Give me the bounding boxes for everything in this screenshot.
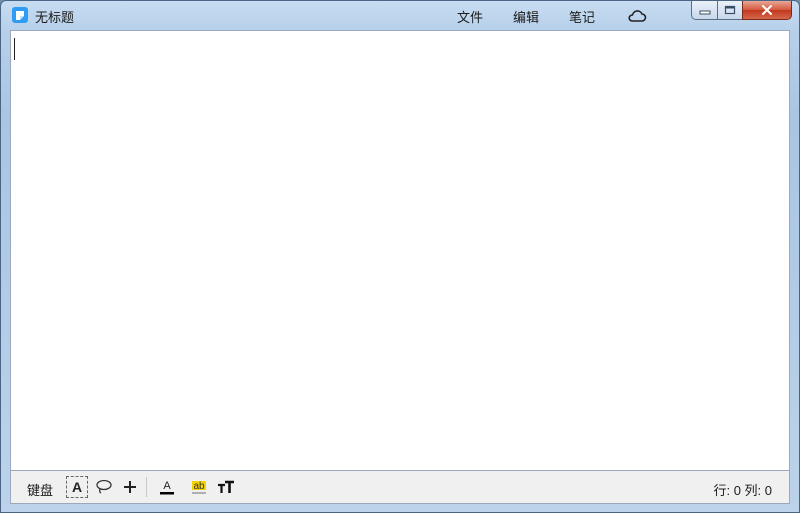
highlight-label: ab <box>193 481 205 492</box>
keyboard-button[interactable]: 键盘 <box>27 480 53 499</box>
title-bar[interactable]: 无标题 文件 编辑 笔记 <box>1 1 799 30</box>
lasso-button[interactable] <box>93 476 115 498</box>
toolbar-divider <box>146 477 147 497</box>
lasso-icon <box>96 479 112 494</box>
font-size-button[interactable] <box>215 476 237 498</box>
menu-notes[interactable]: 笔记 <box>569 7 595 26</box>
add-button[interactable] <box>119 476 141 498</box>
minimize-button[interactable] <box>691 1 718 20</box>
menu-file[interactable]: 文件 <box>457 7 483 26</box>
font-color-icon: A <box>160 480 174 495</box>
font-color-label: A <box>163 480 171 492</box>
minimize-icon <box>699 10 710 15</box>
maximize-button[interactable] <box>717 1 743 20</box>
close-button[interactable] <box>742 1 792 20</box>
cursor-position-status: 行: 0 列: 0 <box>713 483 772 498</box>
bottom-toolbar: 键盘 A A ab 行: 0 列: 0 <box>10 471 790 504</box>
document-title: 无标题 <box>35 10 75 25</box>
text-editor[interactable] <box>10 30 790 471</box>
window-controls <box>691 1 792 21</box>
font-size-icon <box>218 480 234 493</box>
close-icon <box>762 5 772 15</box>
app-window: 无标题 文件 编辑 笔记 键盘 A A ab 行: 0 列: 0 <box>0 0 800 513</box>
cloud-icon[interactable] <box>627 9 647 23</box>
maximize-icon <box>724 5 736 15</box>
plus-icon <box>124 481 136 493</box>
highlight-icon: ab <box>192 481 206 494</box>
text-tool-label: A <box>71 479 83 495</box>
text-caret <box>14 38 15 60</box>
font-color-button[interactable]: A <box>156 476 178 498</box>
highlight-button[interactable]: ab <box>188 476 210 498</box>
text-tool-button[interactable]: A <box>66 476 88 498</box>
note-app-icon <box>12 7 28 23</box>
menu-edit[interactable]: 编辑 <box>513 7 539 26</box>
